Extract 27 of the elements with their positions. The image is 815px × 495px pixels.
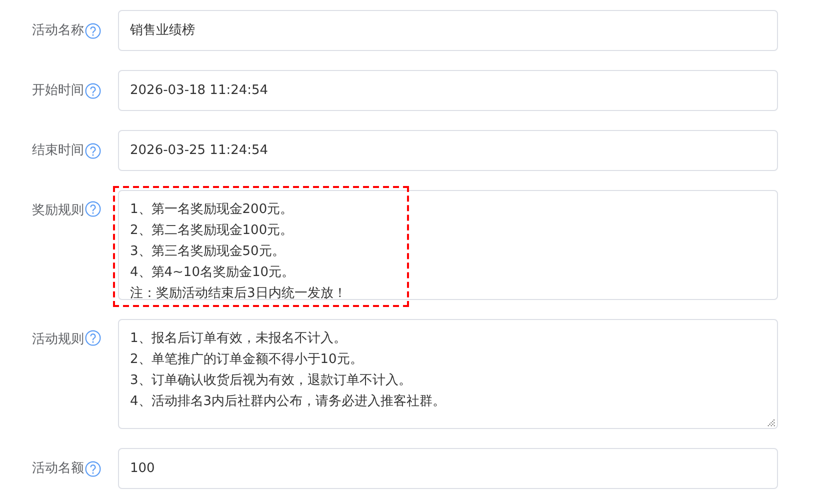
help-icon[interactable]: [85, 82, 101, 98]
textarea-field[interactable]: 1、报名后订单有效，未报名不计入。 2、单笔推广的订单金额不得小于10元。 3、订单确认收货后视为有效，退款订单不计入。 4、活动排名3内后社群内公布，请务必进入推客社群。: [118, 319, 778, 429]
text-line: 2、第二名奖励现金100元。: [130, 222, 294, 240]
input-field[interactable]: 2026-03-25 11:24:54: [118, 130, 778, 171]
help-icon[interactable]: [85, 201, 101, 217]
text-line: 注：奖励活动结束后3日内统一发放！: [130, 285, 348, 300]
field-label: 活动名额: [32, 460, 84, 478]
field-label: 活动名称: [32, 22, 84, 40]
text-line: 3、第三名奖励现金50元。: [130, 243, 286, 261]
text-line: 3、订单确认收货后视为有效，退款订单不计入。: [130, 372, 412, 390]
help-icon[interactable]: [85, 460, 101, 476]
text-line: 2、单笔推广的订单金额不得小于10元。: [130, 351, 364, 369]
text-line: 4、第4~10名奖励金10元。: [130, 264, 296, 282]
input-field[interactable]: 100: [118, 448, 778, 489]
text-line: 4、活动排名3内后社群内公布，请务必进入推客社群。: [130, 393, 447, 411]
help-icon[interactable]: [85, 22, 101, 38]
field-label: 结束时间: [32, 142, 84, 160]
field-label: 开始时间: [32, 82, 84, 100]
help-icon[interactable]: [85, 142, 101, 158]
text-line: 1、报名后订单有效，未报名不计入。: [130, 330, 348, 348]
resize-handle[interactable]: [767, 418, 776, 427]
field-label: 奖励规则: [32, 202, 84, 220]
help-icon[interactable]: [85, 330, 101, 346]
input-field[interactable]: 2026-03-18 11:24:54: [118, 70, 778, 111]
field-label: 活动规则: [32, 331, 84, 349]
input-field[interactable]: 销售业绩榜: [118, 10, 778, 51]
text-line: 1、第一名奖励现金200元。: [130, 201, 294, 219]
